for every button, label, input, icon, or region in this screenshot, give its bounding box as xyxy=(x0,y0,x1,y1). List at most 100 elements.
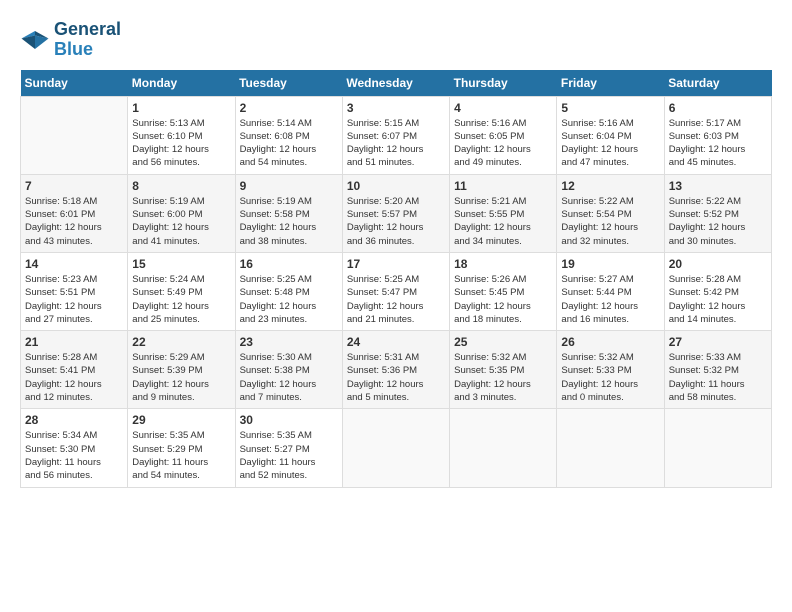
day-info: Sunrise: 5:26 AM Sunset: 5:45 PM Dayligh… xyxy=(454,273,552,326)
day-info: Sunrise: 5:34 AM Sunset: 5:30 PM Dayligh… xyxy=(25,429,123,482)
calendar-cell: 18 Sunrise: 5:26 AM Sunset: 5:45 PM Dayli… xyxy=(450,252,557,330)
day-number: 21 xyxy=(25,335,123,349)
day-number: 18 xyxy=(454,257,552,271)
calendar-cell: 11Sunrise: 5:21 AM Sunset: 5:55 PM Dayli… xyxy=(450,174,557,252)
logo-icon xyxy=(20,28,50,52)
weekday-header: Wednesday xyxy=(342,70,449,97)
day-info: Sunrise: 5:25 AM Sunset: 5:47 PM Dayligh… xyxy=(347,273,445,326)
calendar-cell xyxy=(342,409,449,487)
calendar-cell: 2 Sunrise: 5:14 AM Sunset: 6:08 PM Daylig… xyxy=(235,96,342,174)
day-info: Sunrise: 5:31 AM Sunset: 5:36 PM Dayligh… xyxy=(347,351,445,404)
calendar-cell: 10 Sunrise: 5:20 AM Sunset: 5:57 PM Dayli… xyxy=(342,174,449,252)
day-number: 11 xyxy=(454,179,552,193)
day-info: Sunrise: 5:29 AM Sunset: 5:39 PM Dayligh… xyxy=(132,351,230,404)
day-info: Sunrise: 5:32 AM Sunset: 5:35 PM Dayligh… xyxy=(454,351,552,404)
day-info: Sunrise: 5:16 AM Sunset: 6:05 PM Dayligh… xyxy=(454,117,552,170)
weekday-header: Monday xyxy=(128,70,235,97)
day-number: 27 xyxy=(669,335,767,349)
day-number: 1 xyxy=(132,101,230,115)
calendar-cell: 23 Sunrise: 5:30 AM Sunset: 5:38 PM Dayli… xyxy=(235,331,342,409)
calendar-cell: 9Sunrise: 5:19 AM Sunset: 5:58 PM Daylig… xyxy=(235,174,342,252)
day-info: Sunrise: 5:33 AM Sunset: 5:32 PM Dayligh… xyxy=(669,351,767,404)
day-number: 9 xyxy=(240,179,338,193)
day-number: 7 xyxy=(25,179,123,193)
calendar-cell: 29 Sunrise: 5:35 AM Sunset: 5:29 PM Dayli… xyxy=(128,409,235,487)
day-info: Sunrise: 5:20 AM Sunset: 5:57 PM Dayligh… xyxy=(347,195,445,248)
day-info: Sunrise: 5:17 AM Sunset: 6:03 PM Dayligh… xyxy=(669,117,767,170)
day-info: Sunrise: 5:23 AM Sunset: 5:51 PM Dayligh… xyxy=(25,273,123,326)
day-number: 12 xyxy=(561,179,659,193)
day-number: 29 xyxy=(132,413,230,427)
calendar-cell: 3 Sunrise: 5:15 AM Sunset: 6:07 PM Daylig… xyxy=(342,96,449,174)
calendar-cell: 14 Sunrise: 5:23 AM Sunset: 5:51 PM Dayli… xyxy=(21,252,128,330)
day-info: Sunrise: 5:15 AM Sunset: 6:07 PM Dayligh… xyxy=(347,117,445,170)
calendar-week-row: 28 Sunrise: 5:34 AM Sunset: 5:30 PM Dayli… xyxy=(21,409,772,487)
day-number: 19 xyxy=(561,257,659,271)
day-number: 14 xyxy=(25,257,123,271)
day-info: Sunrise: 5:25 AM Sunset: 5:48 PM Dayligh… xyxy=(240,273,338,326)
day-number: 23 xyxy=(240,335,338,349)
weekday-header: Thursday xyxy=(450,70,557,97)
calendar-cell: 17 Sunrise: 5:25 AM Sunset: 5:47 PM Dayli… xyxy=(342,252,449,330)
calendar-cell xyxy=(21,96,128,174)
day-number: 16 xyxy=(240,257,338,271)
calendar-cell: 24Sunrise: 5:31 AM Sunset: 5:36 PM Dayli… xyxy=(342,331,449,409)
day-info: Sunrise: 5:28 AM Sunset: 5:41 PM Dayligh… xyxy=(25,351,123,404)
day-info: Sunrise: 5:30 AM Sunset: 5:38 PM Dayligh… xyxy=(240,351,338,404)
day-number: 4 xyxy=(454,101,552,115)
calendar-cell: 13 Sunrise: 5:22 AM Sunset: 5:52 PM Dayli… xyxy=(664,174,771,252)
calendar-cell xyxy=(664,409,771,487)
day-number: 22 xyxy=(132,335,230,349)
calendar-week-row: 14 Sunrise: 5:23 AM Sunset: 5:51 PM Dayli… xyxy=(21,252,772,330)
weekday-header: Saturday xyxy=(664,70,771,97)
day-number: 3 xyxy=(347,101,445,115)
day-info: Sunrise: 5:22 AM Sunset: 5:54 PM Dayligh… xyxy=(561,195,659,248)
calendar-cell: 15 Sunrise: 5:24 AM Sunset: 5:49 PM Dayli… xyxy=(128,252,235,330)
calendar-week-row: 21 Sunrise: 5:28 AM Sunset: 5:41 PM Dayli… xyxy=(21,331,772,409)
calendar-table: SundayMondayTuesdayWednesdayThursdayFrid… xyxy=(20,70,772,488)
calendar-cell: 6 Sunrise: 5:17 AM Sunset: 6:03 PM Daylig… xyxy=(664,96,771,174)
day-info: Sunrise: 5:22 AM Sunset: 5:52 PM Dayligh… xyxy=(669,195,767,248)
day-number: 13 xyxy=(669,179,767,193)
calendar-cell: 12 Sunrise: 5:22 AM Sunset: 5:54 PM Dayli… xyxy=(557,174,664,252)
day-number: 30 xyxy=(240,413,338,427)
day-number: 8 xyxy=(132,179,230,193)
day-number: 15 xyxy=(132,257,230,271)
day-number: 25 xyxy=(454,335,552,349)
day-info: Sunrise: 5:27 AM Sunset: 5:44 PM Dayligh… xyxy=(561,273,659,326)
day-info: Sunrise: 5:35 AM Sunset: 5:29 PM Dayligh… xyxy=(132,429,230,482)
calendar-cell: 16 Sunrise: 5:25 AM Sunset: 5:48 PM Dayli… xyxy=(235,252,342,330)
day-number: 17 xyxy=(347,257,445,271)
day-info: Sunrise: 5:32 AM Sunset: 5:33 PM Dayligh… xyxy=(561,351,659,404)
day-info: Sunrise: 5:19 AM Sunset: 6:00 PM Dayligh… xyxy=(132,195,230,248)
day-info: Sunrise: 5:14 AM Sunset: 6:08 PM Dayligh… xyxy=(240,117,338,170)
day-info: Sunrise: 5:13 AM Sunset: 6:10 PM Dayligh… xyxy=(132,117,230,170)
calendar-cell: 28 Sunrise: 5:34 AM Sunset: 5:30 PM Dayli… xyxy=(21,409,128,487)
calendar-cell: 30 Sunrise: 5:35 AM Sunset: 5:27 PM Dayli… xyxy=(235,409,342,487)
calendar-cell: 27 Sunrise: 5:33 AM Sunset: 5:32 PM Dayli… xyxy=(664,331,771,409)
calendar-cell: 5Sunrise: 5:16 AM Sunset: 6:04 PM Daylig… xyxy=(557,96,664,174)
calendar-cell: 8 Sunrise: 5:19 AM Sunset: 6:00 PM Daylig… xyxy=(128,174,235,252)
day-number: 6 xyxy=(669,101,767,115)
logo-text: General Blue xyxy=(54,20,121,60)
logo: General Blue xyxy=(20,20,121,60)
calendar-cell xyxy=(557,409,664,487)
calendar-cell: 7 Sunrise: 5:18 AM Sunset: 6:01 PM Daylig… xyxy=(21,174,128,252)
day-number: 10 xyxy=(347,179,445,193)
calendar-cell: 20 Sunrise: 5:28 AM Sunset: 5:42 PM Dayli… xyxy=(664,252,771,330)
day-info: Sunrise: 5:35 AM Sunset: 5:27 PM Dayligh… xyxy=(240,429,338,482)
day-number: 20 xyxy=(669,257,767,271)
calendar-cell: 19 Sunrise: 5:27 AM Sunset: 5:44 PM Dayli… xyxy=(557,252,664,330)
day-info: Sunrise: 5:24 AM Sunset: 5:49 PM Dayligh… xyxy=(132,273,230,326)
calendar-cell: 25 Sunrise: 5:32 AM Sunset: 5:35 PM Dayli… xyxy=(450,331,557,409)
day-info: Sunrise: 5:18 AM Sunset: 6:01 PM Dayligh… xyxy=(25,195,123,248)
day-number: 28 xyxy=(25,413,123,427)
calendar-cell: 26Sunrise: 5:32 AM Sunset: 5:33 PM Dayli… xyxy=(557,331,664,409)
weekday-header: Friday xyxy=(557,70,664,97)
day-info: Sunrise: 5:28 AM Sunset: 5:42 PM Dayligh… xyxy=(669,273,767,326)
day-info: Sunrise: 5:16 AM Sunset: 6:04 PM Dayligh… xyxy=(561,117,659,170)
weekday-header: Sunday xyxy=(21,70,128,97)
calendar-cell: 21 Sunrise: 5:28 AM Sunset: 5:41 PM Dayli… xyxy=(21,331,128,409)
calendar-cell xyxy=(450,409,557,487)
day-number: 2 xyxy=(240,101,338,115)
